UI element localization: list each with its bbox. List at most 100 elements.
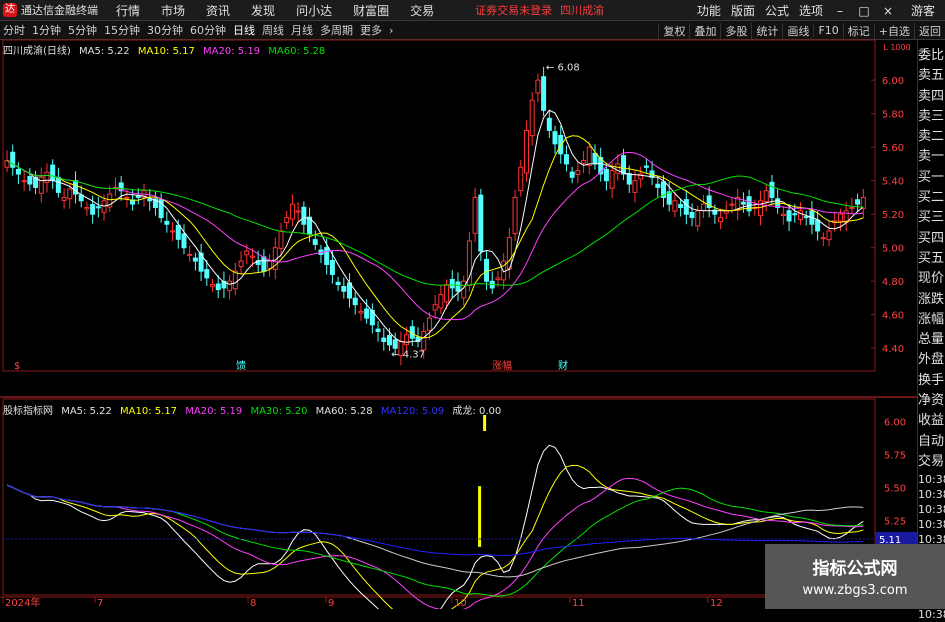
main-y-tick-label: 4.60 (882, 311, 904, 322)
tick-time: 10:38 (918, 518, 945, 532)
quote-field-8[interactable]: 买三 (918, 208, 945, 228)
candle-body (312, 239, 318, 245)
candle-body (61, 196, 67, 201)
quote-field-15[interactable]: 外盘 (918, 350, 945, 370)
sub-legend-title[interactable]: 股标指标网 (3, 406, 53, 417)
main-y-tick-label: 5.40 (882, 177, 904, 188)
candle-body (546, 117, 552, 131)
main-legend: 四川成渝(日线) MA5: 5.22 MA10: 5.17 MA20: 5.19… (3, 42, 330, 57)
candle-body (329, 260, 335, 276)
candle-body (849, 206, 855, 210)
candle-body (621, 155, 627, 175)
candle-body (181, 233, 187, 249)
sub-ma10-line (6, 464, 864, 609)
signal-bar-top (483, 415, 487, 431)
x-tick-label: 12 (710, 598, 723, 609)
quote-field-13[interactable]: 涨幅 (918, 310, 945, 330)
candle-body (655, 183, 661, 188)
main-legend-ma10: MA10: 5.17 (137, 46, 195, 57)
candle-body (672, 200, 678, 212)
candle-body (301, 206, 307, 225)
candle-body (244, 250, 250, 256)
candle-body (55, 176, 61, 193)
quote-field-17[interactable]: 净资 (918, 391, 945, 411)
tool-back[interactable]: 返回 (914, 22, 945, 39)
sub-y-tick-label: 5.50 (884, 484, 906, 495)
sub-ma60-line (6, 484, 864, 578)
candle-body (249, 255, 255, 258)
candle-body (238, 260, 244, 268)
watermark: 指标公式网 www.zbgs3.com (765, 544, 945, 609)
main-y-tick-label: 5.00 (882, 244, 904, 255)
sub-legend-ma20: MA20: 5.19 (185, 406, 243, 417)
candle-body (541, 76, 547, 111)
quote-field-12[interactable]: 涨跌 (918, 290, 945, 310)
candle-body (563, 154, 569, 165)
candle-body (284, 217, 290, 224)
candle-body (763, 190, 769, 203)
main-y-tick-label: 5.60 (882, 143, 904, 154)
candle-body (44, 171, 50, 184)
candle-body (643, 165, 649, 168)
quote-field-3[interactable]: 卖三 (918, 107, 945, 127)
candle-body (84, 206, 90, 210)
candle-body (855, 199, 861, 205)
quote-field-16[interactable]: 换手 (918, 371, 945, 391)
candle-body (535, 79, 541, 94)
ma20-line (6, 151, 864, 321)
sub-legend-ma5: MA5: 5.22 (61, 406, 112, 417)
quote-field-14[interactable]: 总量 (918, 330, 945, 350)
candle-body (780, 213, 786, 217)
candle-body (609, 170, 615, 189)
quote-field-5[interactable]: 卖一 (918, 147, 945, 167)
main-legend-title[interactable]: 四川成渝(日线) (3, 46, 71, 57)
candle-body (192, 257, 198, 262)
quote-field-1[interactable]: 卖五 (918, 66, 945, 86)
candle-body (27, 176, 33, 185)
event-marker: 馈 (236, 359, 246, 372)
unit-label: L 1000 (883, 43, 910, 52)
quote-field-10[interactable]: 买五 (918, 249, 945, 269)
sub-legend-ma10: MA10: 5.17 (120, 406, 178, 417)
candle-body (786, 210, 792, 222)
candle-body (341, 285, 347, 292)
quote-field-11[interactable]: 现价 (918, 269, 945, 289)
quote-field-6[interactable]: 买一 (918, 168, 945, 188)
candle-body (518, 166, 524, 192)
candle-body (758, 200, 764, 217)
signal-bar (478, 486, 482, 547)
candle-body (375, 328, 381, 332)
candle-body (135, 195, 141, 198)
candle-body (581, 160, 587, 164)
candle-body (592, 152, 598, 165)
candle-body (797, 210, 803, 220)
auto-trade-0[interactable]: 自动 (918, 432, 945, 452)
candle-body (335, 281, 341, 286)
candle-body (792, 213, 798, 216)
candle-body (552, 131, 558, 145)
candle-body (392, 339, 398, 349)
candle-body (15, 168, 21, 175)
candle-body (170, 230, 176, 233)
candle-body (421, 330, 427, 351)
x-tick-label: 10 (454, 598, 467, 609)
quote-field-0[interactable]: 委比 (918, 46, 945, 66)
main-y-tick-label: 4.40 (882, 344, 904, 355)
candle-body (50, 164, 56, 182)
auto-trade-1[interactable]: 交易 (918, 452, 945, 472)
kline-chart[interactable]: 6.00 5.80 5.60 5.40 5.20 5.00 4.80 4.60 4.40 L 10… (0, 0, 917, 609)
candle-body (90, 203, 96, 215)
quote-field-4[interactable]: 卖二 (918, 127, 945, 147)
candle-body (449, 278, 455, 289)
candle-body (438, 294, 444, 309)
quote-field-7[interactable]: 买二 (918, 188, 945, 208)
candle-body (95, 206, 101, 209)
candle-body (615, 163, 621, 174)
x-tick-label: 2024年 (5, 596, 40, 609)
tick-time: 10:38 (918, 608, 945, 622)
quote-field-18[interactable]: 收益 (918, 411, 945, 431)
candle-body (364, 308, 370, 319)
quote-field-2[interactable]: 卖四 (918, 87, 945, 107)
quote-field-9[interactable]: 买四 (918, 229, 945, 249)
candle-body (21, 180, 27, 183)
